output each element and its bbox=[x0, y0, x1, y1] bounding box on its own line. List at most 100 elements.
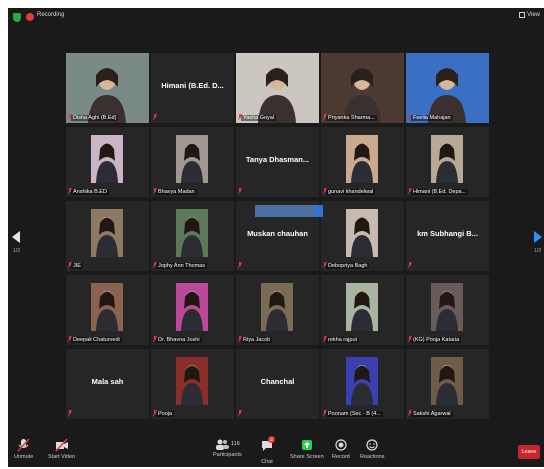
participant-tile[interactable]: Disha Aghi (B.Ed) bbox=[66, 53, 149, 123]
participant-gallery: Disha Aghi (B.Ed)Himani (B.Ed. D...Himan… bbox=[66, 53, 490, 419]
participant-tile[interactable]: Tanya Dhasman...Tanya Dhasman... bbox=[236, 127, 319, 197]
participant-name-label: Deepali Chaturvedi bbox=[71, 337, 122, 343]
participant-name-label: Debopriya Bagh bbox=[326, 263, 370, 269]
next-page-button[interactable] bbox=[534, 230, 542, 248]
view-button[interactable]: View bbox=[519, 12, 540, 18]
participant-profile-photo bbox=[91, 209, 123, 257]
participant-tile[interactable]: Feelia Mahajan bbox=[406, 53, 489, 123]
participant-tile[interactable]: Yasha Goyal bbox=[236, 53, 319, 123]
participant-tile[interactable]: Himani (B.Ed. Depa... bbox=[406, 127, 489, 197]
participant-profile-photo bbox=[176, 283, 208, 331]
participant-tile[interactable]: Poonam (Sec - B (4... bbox=[321, 349, 404, 419]
person-silhouette-icon bbox=[351, 217, 373, 257]
participant-display-name: Muskan chauhan bbox=[247, 229, 308, 238]
person-silhouette-icon bbox=[436, 143, 458, 183]
participant-tile[interactable]: Pooja bbox=[151, 349, 234, 419]
chat-badge: 2 bbox=[268, 436, 275, 443]
participant-name-label: Poonam (Sec - B (4... bbox=[326, 411, 383, 417]
person-silhouette-icon bbox=[181, 143, 203, 183]
person-silhouette-icon bbox=[351, 291, 373, 331]
participant-tile[interactable]: Mala sahMala sah bbox=[66, 349, 149, 419]
participant-tile[interactable]: rekha rajput bbox=[321, 275, 404, 345]
muted-microphone-icon bbox=[17, 438, 30, 452]
participant-tile[interactable]: Riya Jacob bbox=[236, 275, 319, 345]
muted-microphone-icon bbox=[238, 410, 242, 416]
participant-tile[interactable]: Anshika B.ED bbox=[66, 127, 149, 197]
participant-name-label: Dr. Bhavna Joshi bbox=[156, 337, 202, 343]
chevron-right-icon bbox=[534, 231, 542, 243]
participant-profile-photo bbox=[91, 135, 123, 183]
participants-label: Participants bbox=[213, 452, 242, 458]
muted-microphone-icon bbox=[408, 262, 412, 268]
participant-name-label: JIE bbox=[71, 263, 83, 269]
participant-name-label: Pooja bbox=[156, 411, 175, 417]
leave-button[interactable]: Leave bbox=[518, 445, 540, 459]
participant-profile-photo bbox=[261, 283, 293, 331]
top-bar: Recording View bbox=[8, 8, 544, 28]
share-screen-icon bbox=[301, 440, 312, 450]
floating-chat-send-button[interactable] bbox=[315, 205, 323, 217]
participant-tile[interactable]: Jophy Ann Thomas bbox=[151, 201, 234, 271]
muted-microphone-icon bbox=[238, 188, 242, 194]
reactions-label: Reactions bbox=[360, 454, 385, 460]
reactions-button[interactable]: Reactions bbox=[360, 438, 384, 460]
start-video-button[interactable]: Start Video bbox=[48, 438, 75, 460]
chat-label: Chat bbox=[261, 459, 273, 465]
person-silhouette-icon bbox=[181, 365, 203, 405]
share-screen-button[interactable]: Share Screen bbox=[290, 438, 324, 460]
participant-tile[interactable]: Himani (B.Ed. D...Himani (B.Ed. D... bbox=[151, 53, 234, 123]
meeting-window: Recording View 1/3 1/3 Disha Aghi (B.Ed)… bbox=[8, 8, 544, 467]
participant-video bbox=[236, 53, 319, 123]
participant-tile[interactable]: Priyanka Sharma... bbox=[321, 53, 404, 123]
participant-profile-photo bbox=[346, 357, 378, 405]
participants-button[interactable]: 116 Participants bbox=[213, 438, 242, 458]
recording-dot-icon bbox=[26, 13, 34, 21]
previous-page-button[interactable] bbox=[12, 230, 20, 248]
participant-tile[interactable]: Deepali Chaturvedi bbox=[66, 275, 149, 345]
participant-tile[interactable]: JIE bbox=[66, 201, 149, 271]
chat-button[interactable]: 2 Chat bbox=[260, 436, 275, 465]
participant-name-label: Feelia Mahajan bbox=[411, 115, 453, 121]
security-shield-icon[interactable] bbox=[13, 13, 21, 22]
person-silhouette-icon bbox=[96, 143, 118, 183]
participant-tile[interactable]: km Subhangi B...km Subhangi B... bbox=[406, 201, 489, 271]
person-silhouette-icon bbox=[96, 291, 118, 331]
participant-profile-photo bbox=[176, 357, 208, 405]
page-indicator-left: 1/3 bbox=[13, 248, 20, 254]
participant-tile[interactable]: (KG) Pooja Kataria bbox=[406, 275, 489, 345]
participant-tile[interactable]: ChanchalChanchal bbox=[236, 349, 319, 419]
person-silhouette-icon bbox=[88, 68, 126, 123]
person-silhouette-icon bbox=[351, 143, 373, 183]
record-button[interactable]: Record bbox=[332, 438, 350, 460]
participant-profile-photo bbox=[91, 283, 123, 331]
participant-tile[interactable]: Dr. Bhavna Joshi bbox=[151, 275, 234, 345]
participant-name-label: Disha Aghi (B.Ed) bbox=[71, 115, 119, 121]
participant-display-name: km Subhangi B... bbox=[417, 229, 478, 238]
floating-chat-text bbox=[255, 205, 315, 217]
participant-profile-photo bbox=[346, 135, 378, 183]
participant-tile[interactable]: gunavi khandelwal bbox=[321, 127, 404, 197]
muted-microphone-icon bbox=[238, 262, 242, 268]
participants-count: 116 bbox=[230, 441, 240, 447]
participant-name-label: Himani (B.Ed. Depa... bbox=[411, 189, 469, 195]
participant-profile-photo bbox=[346, 209, 378, 257]
participant-name-label: Riya Jacob bbox=[241, 337, 273, 343]
participant-name-label: Jophy Ann Thomas bbox=[156, 263, 207, 269]
person-silhouette-icon bbox=[258, 68, 296, 123]
participant-name-label: Sakshi Agarwal bbox=[411, 411, 453, 417]
participant-display-name: Mala sah bbox=[91, 377, 124, 386]
record-label: Record bbox=[332, 454, 350, 460]
participant-tile[interactable]: Sakshi Agarwal bbox=[406, 349, 489, 419]
floating-chat-input[interactable] bbox=[255, 205, 323, 217]
unmute-button[interactable]: Unmute bbox=[14, 438, 33, 460]
participant-tile[interactable]: Bhavya Madan bbox=[151, 127, 234, 197]
participant-tile[interactable]: Debopriya Bagh bbox=[321, 201, 404, 271]
muted-microphone-icon bbox=[153, 114, 157, 120]
muted-microphone-icon bbox=[68, 410, 72, 416]
participants-icon bbox=[215, 439, 229, 450]
participant-profile-photo bbox=[176, 135, 208, 183]
participant-display-name: Himani (B.Ed. D... bbox=[161, 81, 224, 90]
participant-video bbox=[321, 53, 404, 123]
participant-name-label: (KG) Pooja Kataria bbox=[411, 337, 462, 343]
grid-view-icon bbox=[519, 12, 526, 18]
